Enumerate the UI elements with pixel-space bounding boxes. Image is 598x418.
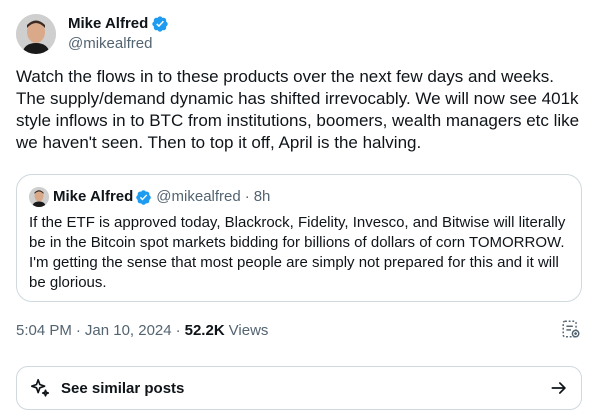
separator-dot: · [75, 321, 81, 339]
tweet-text: Watch the flows in to these products ove… [16, 67, 580, 152]
verified-badge-icon[interactable] [151, 15, 169, 33]
quoted-tweet-header: Mike Alfred @mikealfred · 8h [29, 187, 569, 207]
quoted-author-avatar [29, 187, 49, 207]
quoted-author-handle: @mikealfred [156, 188, 241, 205]
quoted-tweet-time: 8h [253, 188, 271, 205]
quoted-tweet-text: If the ETF is approved today, Blackrock,… [29, 214, 566, 291]
sparkle-icon [29, 377, 51, 399]
see-similar-posts-button[interactable]: See similar posts [16, 366, 582, 410]
tweet-date[interactable]: Jan 10, 2024 [85, 322, 172, 339]
post-analytics-icon[interactable] [560, 318, 582, 340]
author-avatar[interactable] [16, 14, 56, 54]
tweet-meta: 5:04 PM · Jan 10, 2024 · 52.2K Views [16, 318, 268, 342]
author-handle[interactable]: @mikealfred [68, 34, 169, 54]
tweet-header: Mike Alfred @mikealfred [16, 12, 169, 56]
views-label: Views [228, 321, 269, 339]
arrow-right-icon [549, 378, 569, 398]
verified-badge-icon [135, 189, 152, 206]
see-similar-posts-label: See similar posts [61, 379, 185, 397]
author-info: Mike Alfred @mikealfred [68, 14, 169, 54]
separator-dot: · [244, 188, 250, 205]
views-count: 52.2K [184, 321, 225, 339]
quoted-tweet[interactable]: Mike Alfred @mikealfred · 8h If the ETF … [16, 174, 582, 302]
separator-dot: · [175, 321, 181, 339]
quoted-author-name: Mike Alfred [53, 188, 134, 205]
author-name[interactable]: Mike Alfred [68, 14, 148, 34]
tweet-time[interactable]: 5:04 PM [16, 322, 72, 339]
